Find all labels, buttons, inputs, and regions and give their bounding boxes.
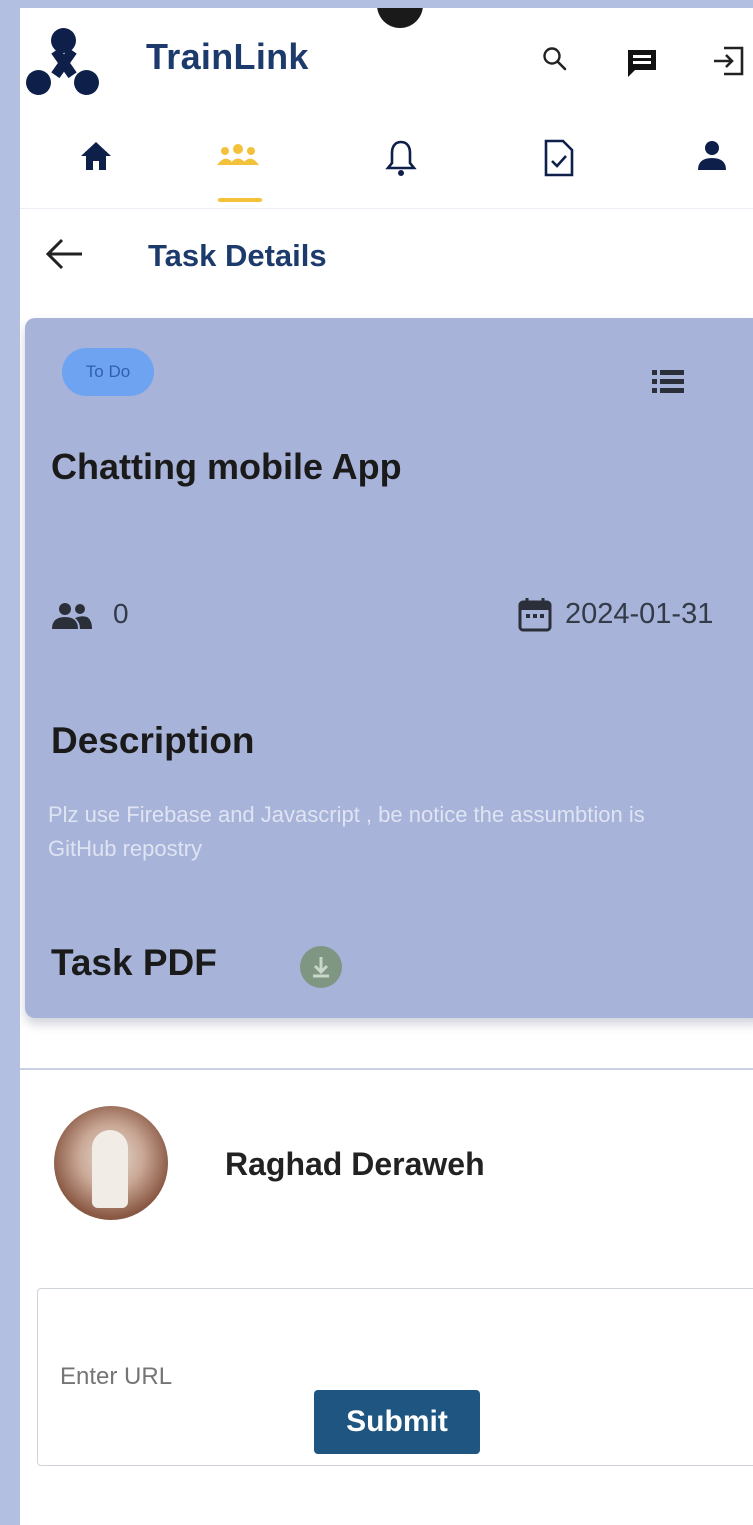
search-icon[interactable] [542,46,568,77]
app-frame: TrainLink Task Details To Do Chatting mo… [20,8,753,1525]
nav-profile[interactable] [682,138,742,198]
submit-button[interactable]: Submit [314,1390,480,1454]
status-badge: To Do [62,348,154,396]
deadline-value: 2024-01-31 [565,598,714,630]
bell-icon [385,140,417,176]
calendar-icon [518,598,552,632]
trainlink-logo-icon [26,28,102,98]
nav-home[interactable] [66,138,126,198]
camera-notch [377,8,423,28]
task-file-icon [544,139,574,177]
avatar [54,1106,168,1220]
home-icon [81,142,111,170]
task-card: To Do Chatting mobile App 0 2024-01-31 D… [25,318,753,1018]
user-name: Raghad Deraweh [225,1146,485,1182]
groups-icon [217,144,259,165]
profile-icon [698,141,726,170]
description-heading: Description [51,720,255,761]
task-pdf-heading: Task PDF [51,942,217,983]
people-icon [52,603,92,629]
nav-notifications[interactable] [372,138,432,198]
section-divider [20,1068,753,1070]
list-icon[interactable] [652,370,684,399]
nav-groups[interactable] [208,138,268,202]
page-title: Task Details [148,238,327,273]
pdf-download-button[interactable] [300,946,342,988]
app-title: TrainLink [146,36,309,77]
active-tab-indicator [218,198,262,202]
back-arrow-icon[interactable] [44,236,84,277]
task-description: Plz use Firebase and Javascript , be not… [48,802,645,861]
chat-icon[interactable] [626,48,658,83]
download-icon [313,957,329,978]
members-count-value: 0 [113,598,129,629]
task-title: Chatting mobile App [51,446,402,487]
logout-icon[interactable] [712,44,746,83]
bottom-tab-nav [20,126,753,209]
nav-tasks[interactable] [530,138,590,198]
